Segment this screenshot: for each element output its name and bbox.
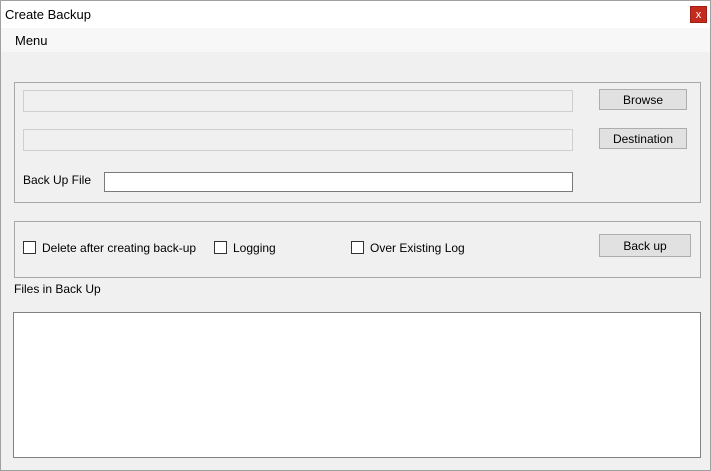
overwrite-log-checkbox[interactable]	[351, 241, 364, 254]
delete-after-checkbox[interactable]	[23, 241, 36, 254]
window-title: Create Backup	[5, 7, 91, 22]
close-button[interactable]: x	[690, 6, 707, 23]
delete-after-label: Delete after creating back-up	[42, 241, 197, 255]
close-icon: x	[695, 8, 702, 21]
backup-button[interactable]: Back up	[599, 234, 691, 257]
logging-label: Logging	[233, 241, 276, 255]
menu-item-menu[interactable]: Menu	[15, 33, 48, 48]
browse-button[interactable]: Browse	[599, 89, 687, 110]
menu-bar: Menu	[1, 28, 710, 52]
create-backup-window: Create Backup x Menu Browse Destination …	[0, 0, 711, 471]
backup-file-label: Back Up File	[23, 173, 92, 187]
logging-checkbox[interactable]	[214, 241, 227, 254]
overwrite-log-label: Over Existing Log	[370, 241, 465, 255]
title-bar: Create Backup x	[1, 1, 710, 28]
backup-file-field[interactable]	[104, 172, 573, 192]
files-in-backup-list[interactable]	[13, 312, 701, 458]
files-in-backup-label: Files in Back Up	[14, 282, 101, 296]
destination-path-field[interactable]	[23, 129, 573, 151]
destination-button[interactable]: Destination	[599, 128, 687, 149]
source-path-field[interactable]	[23, 90, 573, 112]
